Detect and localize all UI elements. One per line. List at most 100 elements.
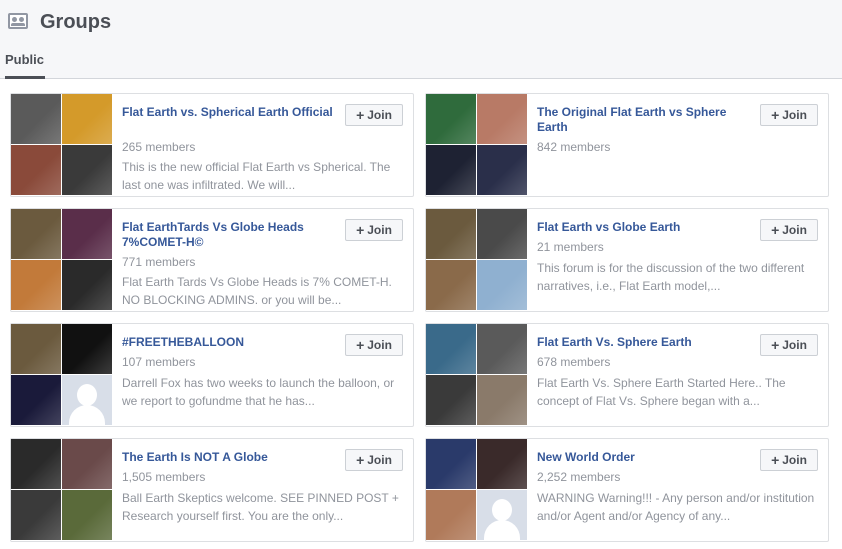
page-title: Groups: [40, 11, 112, 33]
member-photo: [477, 324, 527, 374]
member-count: 1,505 members: [122, 470, 206, 484]
group-thumbnails[interactable]: [11, 209, 113, 311]
group-thumbnails[interactable]: [11, 439, 113, 541]
member-photo: [426, 439, 476, 489]
member-photo: [62, 490, 112, 540]
group-description: Ball Earth Skeptics welcome. SEE PINNED …: [122, 491, 399, 523]
member-count: 2,252 members: [537, 470, 621, 484]
plus-icon: +: [356, 107, 365, 123]
member-photo: [426, 94, 476, 144]
member-photo: [11, 324, 61, 374]
member-photo: [477, 260, 527, 310]
group-description: This is the new official Flat Earth vs S…: [122, 160, 391, 192]
join-button[interactable]: + Join: [760, 334, 818, 356]
group-title-link[interactable]: The Original Flat Earth vs Sphere Earth: [537, 105, 757, 135]
groups-icon: [8, 13, 28, 29]
group-title-link[interactable]: Flat Earth Vs. Sphere Earth: [537, 335, 757, 350]
member-photo: [11, 94, 61, 144]
join-button[interactable]: + Join: [760, 104, 818, 126]
join-button[interactable]: + Join: [345, 219, 403, 241]
member-photo: [426, 490, 476, 540]
group-card[interactable]: Flat EarthTards Vs Globe Heads 7%COMET-H…: [10, 208, 414, 312]
group-card[interactable]: #FREETHEBALLOON 107 members Darrell Fox ha…: [10, 323, 414, 427]
member-count: 265 members: [122, 140, 196, 154]
member-photo: [426, 260, 476, 310]
join-label: Join: [367, 338, 392, 352]
join-button[interactable]: + Join: [760, 449, 818, 471]
plus-icon: +: [771, 452, 780, 468]
member-count: 21 members: [537, 240, 604, 254]
plus-icon: +: [771, 107, 780, 123]
tab-active-indicator: [5, 76, 45, 79]
group-title-link[interactable]: The Earth Is NOT A Globe: [122, 450, 342, 465]
group-thumbnails[interactable]: [11, 94, 113, 196]
group-card[interactable]: The Earth Is NOT A Globe 1,505 members Bal…: [10, 438, 414, 542]
join-label: Join: [367, 108, 392, 122]
join-label: Join: [782, 338, 807, 352]
group-title-link[interactable]: Flat Earth vs Globe Earth: [537, 220, 757, 235]
member-photo: [62, 324, 112, 374]
join-button[interactable]: + Join: [345, 104, 403, 126]
member-photo: [477, 209, 527, 259]
group-card[interactable]: Flat Earth vs. Spherical Earth Official 2…: [10, 93, 414, 197]
member-photo: [477, 439, 527, 489]
group-title-link[interactable]: Flat Earth vs. Spherical Earth Official: [122, 105, 342, 120]
member-photo: [426, 324, 476, 374]
default-avatar-icon: [477, 490, 527, 540]
group-title-link[interactable]: Flat EarthTards Vs Globe Heads 7%COMET-H…: [122, 220, 342, 250]
plus-icon: +: [356, 222, 365, 238]
tab-public[interactable]: Public: [5, 52, 44, 67]
group-description: Flat Earth Vs. Sphere Earth Started Here…: [537, 376, 786, 408]
group-description: WARNING Warning!!! - Any person and/or i…: [537, 491, 815, 523]
member-photo: [426, 209, 476, 259]
plus-icon: +: [771, 337, 780, 353]
member-photo: [11, 209, 61, 259]
join-label: Join: [367, 453, 392, 467]
group-thumbnails[interactable]: [426, 439, 528, 541]
join-button[interactable]: + Join: [760, 219, 818, 241]
plus-icon: +: [771, 222, 780, 238]
tab-bar: Public: [0, 45, 842, 79]
member-photo: [477, 375, 527, 425]
plus-icon: +: [356, 337, 365, 353]
member-photo: [426, 375, 476, 425]
member-photo: [62, 94, 112, 144]
member-photo: [11, 375, 61, 425]
plus-icon: +: [356, 452, 365, 468]
join-label: Join: [782, 453, 807, 467]
member-photo: [62, 209, 112, 259]
group-description: Flat Earth Tards Vs Globe Heads is 7% CO…: [122, 275, 392, 307]
member-photo: [62, 145, 112, 195]
join-button[interactable]: + Join: [345, 449, 403, 471]
member-count: 678 members: [537, 355, 611, 369]
page-header: Groups: [0, 0, 842, 45]
member-count: 842 members: [537, 140, 611, 154]
join-button[interactable]: + Join: [345, 334, 403, 356]
group-description: This forum is for the discussion of the …: [537, 261, 805, 293]
member-photo: [11, 145, 61, 195]
member-photo: [477, 145, 527, 195]
group-thumbnails[interactable]: [426, 209, 528, 311]
group-card[interactable]: Flat Earth vs Globe Earth 21 members This …: [425, 208, 829, 312]
join-label: Join: [782, 108, 807, 122]
group-description: Darrell Fox has two weeks to launch the …: [122, 376, 395, 408]
group-card[interactable]: The Original Flat Earth vs Sphere Earth 8…: [425, 93, 829, 197]
member-count: 107 members: [122, 355, 196, 369]
member-photo: [11, 439, 61, 489]
member-photo: [62, 260, 112, 310]
member-photo: [11, 260, 61, 310]
group-thumbnails[interactable]: [11, 324, 113, 426]
member-photo: [426, 145, 476, 195]
join-label: Join: [367, 223, 392, 237]
group-card[interactable]: New World Order 2,252 members WARNING Warn…: [425, 438, 829, 542]
group-title-link[interactable]: #FREETHEBALLOON: [122, 335, 342, 350]
member-count: 771 members: [122, 255, 196, 269]
group-thumbnails[interactable]: [426, 324, 528, 426]
member-photo: [477, 94, 527, 144]
group-title-link[interactable]: New World Order: [537, 450, 757, 465]
member-photo: [11, 490, 61, 540]
member-photo: [62, 439, 112, 489]
group-thumbnails[interactable]: [426, 94, 528, 196]
default-avatar-icon: [62, 375, 112, 425]
group-card[interactable]: Flat Earth Vs. Sphere Earth 678 members Fl…: [425, 323, 829, 427]
